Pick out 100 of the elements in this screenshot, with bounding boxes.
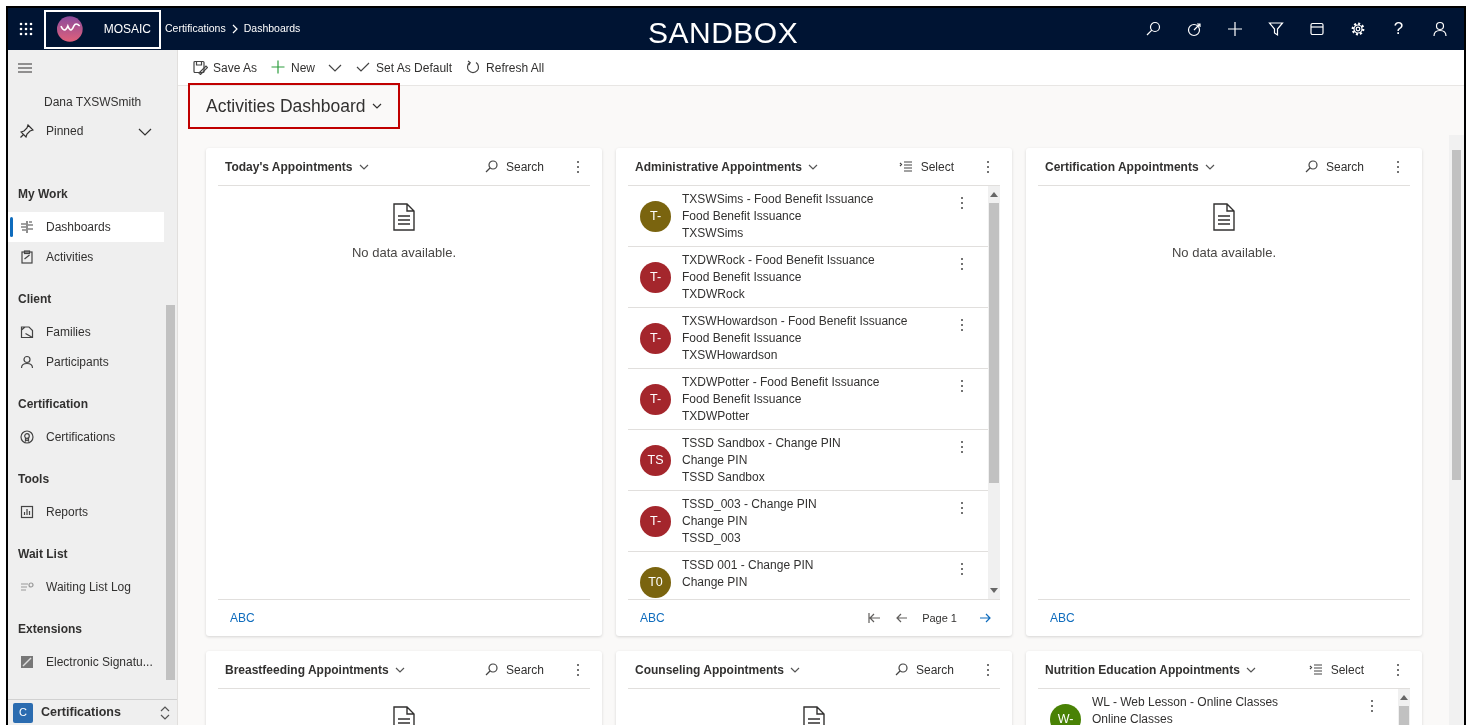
more-icon[interactable] xyxy=(1396,662,1400,677)
appointment-text: TXSWSims xyxy=(682,225,745,242)
sidebar-item[interactable]: Certifications xyxy=(8,422,164,452)
appointment-item[interactable]: T- TSSD_003 - Change PIN Change PIN TSSD_003 xyxy=(628,491,988,552)
appointment-text: TSSD_003 xyxy=(682,530,742,547)
filter-icon[interactable] xyxy=(1267,21,1284,37)
appointment-item[interactable]: T- TXDWRock - Food Benefit Issuance Food Benefit Issuance TXDWRock xyxy=(628,247,988,308)
settings-icon[interactable] xyxy=(1349,21,1366,37)
more-icon[interactable] xyxy=(986,159,990,174)
list-select-icon xyxy=(898,161,913,172)
appointment-text: Food Benefit Issuance xyxy=(682,208,803,225)
sidebar-item[interactable]: Reports xyxy=(8,497,164,527)
filter-link[interactable]: ABC xyxy=(640,609,665,627)
scroll-up-icon[interactable] xyxy=(1400,695,1408,700)
sidebar-item[interactable]: Waiting List Log xyxy=(8,572,164,602)
target-icon[interactable] xyxy=(1185,21,1202,37)
card-title[interactable]: Nutrition Education Appointments xyxy=(1045,660,1256,679)
chevron-down-icon xyxy=(394,666,405,673)
app-name[interactable]: MOSAIC xyxy=(103,20,151,38)
filter-link[interactable]: ABC xyxy=(1050,609,1075,627)
first-page-icon[interactable] xyxy=(868,612,882,624)
scrollbar[interactable] xyxy=(1449,135,1464,725)
plus-icon[interactable] xyxy=(1226,21,1243,37)
chevron-down-icon xyxy=(1204,163,1215,170)
card-title[interactable]: Administrative Appointments xyxy=(635,157,818,176)
more-icon[interactable] xyxy=(576,159,580,174)
app-launcher-icon[interactable] xyxy=(19,22,33,36)
area-name: Certifications xyxy=(41,704,121,722)
area-badge: C xyxy=(13,702,33,723)
more-icon[interactable] xyxy=(960,196,964,210)
toolbar-button[interactable]: Refresh All xyxy=(461,52,550,83)
avatar: W- xyxy=(1050,704,1081,725)
appointment-text: TXSWSims - Food Benefit Issuance xyxy=(682,191,875,208)
card-title[interactable]: Certification Appointments xyxy=(1045,157,1215,176)
chevron-down-icon xyxy=(138,127,152,136)
toolbar-button[interactable]: New xyxy=(266,52,348,83)
more-icon[interactable] xyxy=(960,440,964,454)
chevron-down-icon xyxy=(328,64,343,73)
card-title[interactable]: Breastfeeding Appointments xyxy=(225,660,405,679)
toolbar-button[interactable]: Set As Default xyxy=(351,52,458,83)
menu-icon[interactable] xyxy=(18,63,32,73)
list-icon xyxy=(20,580,34,594)
more-icon[interactable] xyxy=(1370,699,1374,713)
document-icon xyxy=(393,203,415,231)
breadcrumb-link[interactable]: Certifications xyxy=(165,21,226,37)
card-title[interactable]: Today's Appointments xyxy=(225,157,369,176)
avatar: T- xyxy=(640,384,671,415)
person-icon[interactable] xyxy=(1431,21,1448,37)
dashboard-selector[interactable]: Activities Dashboard xyxy=(188,83,400,129)
scroll-up-icon[interactable] xyxy=(990,192,998,197)
search-button[interactable]: Search xyxy=(480,660,548,679)
more-icon[interactable] xyxy=(960,257,964,271)
appointment-text: WL - Web Lesson - Online Classes xyxy=(1092,694,1280,711)
calendar-icon[interactable] xyxy=(1308,21,1325,37)
sidebar-item[interactable]: Participants xyxy=(8,347,164,377)
appointment-item[interactable]: T0 TSSD 001 - Change PIN Change PIN xyxy=(628,552,988,599)
sidebar-item[interactable]: Activities xyxy=(8,242,164,272)
appointment-text: Change PIN xyxy=(682,452,749,469)
help-icon[interactable]: ? xyxy=(1393,16,1404,42)
area-switcher[interactable]: C Certifications xyxy=(8,699,177,725)
sidebar-item[interactable]: Electronic Signatu... xyxy=(8,647,164,677)
more-icon[interactable] xyxy=(986,662,990,677)
card-title[interactable]: Counseling Appointments xyxy=(635,660,800,679)
appointment-text: Online Classes xyxy=(1092,711,1174,725)
save-as-icon xyxy=(193,60,208,75)
appointment-text: TSSD_003 - Change PIN xyxy=(682,496,818,513)
back-arrow-icon[interactable] xyxy=(895,612,909,624)
search-icon xyxy=(484,160,498,173)
more-icon[interactable] xyxy=(960,562,964,576)
search-button[interactable]: Search xyxy=(480,157,548,176)
more-icon[interactable] xyxy=(960,501,964,515)
breadcrumb-link[interactable]: Dashboards xyxy=(243,21,301,37)
appointment-item[interactable]: T- TXSWSims - Food Benefit Issuance Food Benefit Issuance TXSWSims xyxy=(628,186,988,247)
more-icon[interactable] xyxy=(576,662,580,677)
chevron-down-icon xyxy=(1245,666,1256,673)
search-button[interactable]: Search xyxy=(890,660,958,679)
more-icon[interactable] xyxy=(960,379,964,393)
sidebar-item[interactable]: Families xyxy=(8,317,164,347)
select-button[interactable]: Select xyxy=(1304,660,1368,679)
appointment-item[interactable]: T- TXSWHowardson - Food Benefit Issuance Food Benefit Issuance TXSWHowardson xyxy=(628,308,988,369)
appointment-item[interactable]: W- WL - Web Lesson - Online Classes Online Classes xyxy=(1038,689,1398,725)
more-icon[interactable] xyxy=(960,318,964,332)
scroll-down-icon[interactable] xyxy=(990,588,998,593)
appointment-item[interactable]: T- TXDWPotter - Food Benefit Issuance Food Benefit Issuance TXDWPotter xyxy=(628,369,988,430)
sidebar-item[interactable]: Dashboards xyxy=(8,212,164,242)
scrollbar[interactable] xyxy=(988,186,1000,599)
chevron-down-icon xyxy=(807,163,818,170)
certificate-icon xyxy=(20,430,34,444)
more-icon[interactable] xyxy=(1396,159,1400,174)
appointment-item[interactable]: TS TSSD Sandbox - Change PIN Change PIN TSSD Sandbox xyxy=(628,430,988,491)
select-button[interactable]: Select xyxy=(894,157,958,176)
filter-link[interactable]: ABC xyxy=(230,609,255,627)
plus-icon xyxy=(271,60,287,75)
search-button[interactable]: Search xyxy=(1300,157,1368,176)
chevron-down-icon xyxy=(358,163,369,170)
search-icon xyxy=(894,663,908,676)
forward-arrow-icon[interactable] xyxy=(979,612,992,624)
search-icon[interactable] xyxy=(1144,21,1161,37)
toolbar-button[interactable]: Save As xyxy=(188,52,263,83)
pinned-toggle[interactable]: Pinned xyxy=(8,116,164,146)
